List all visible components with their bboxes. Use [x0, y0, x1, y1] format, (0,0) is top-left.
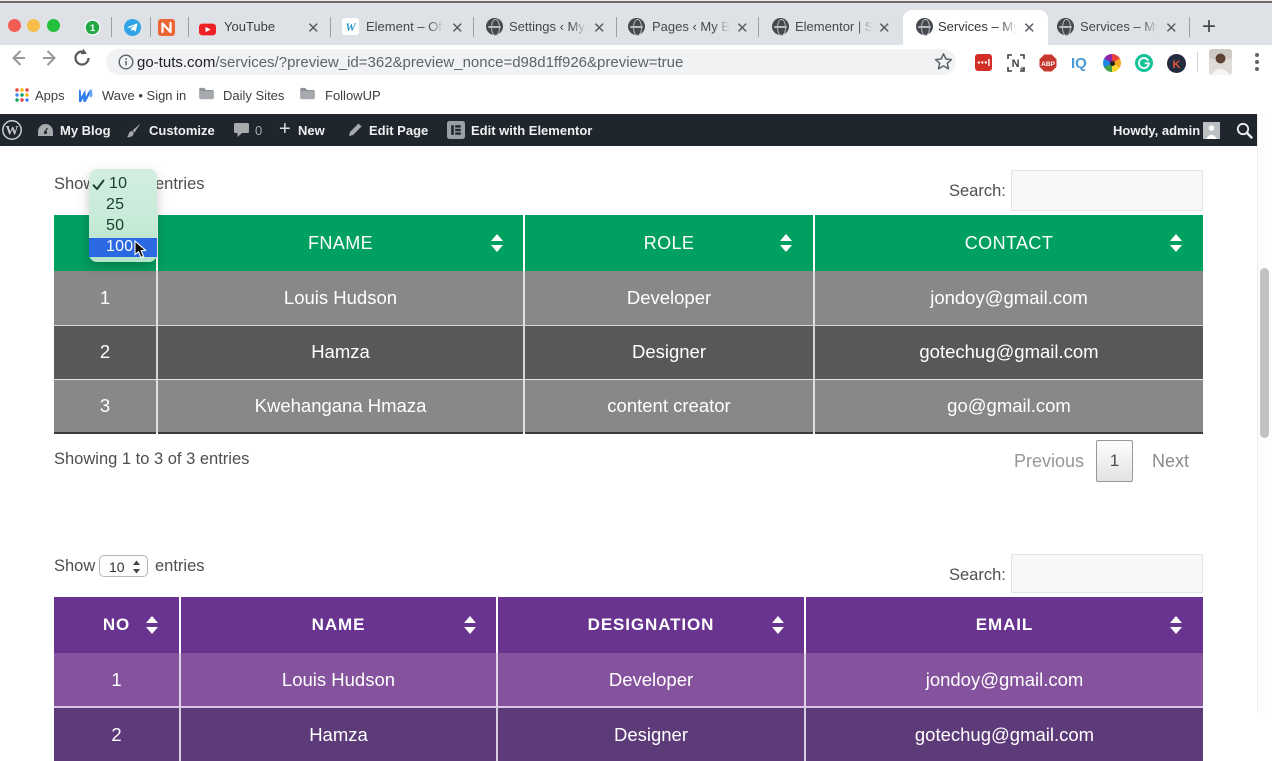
svg-text:ABP: ABP	[1041, 61, 1055, 68]
svg-text:W: W	[345, 22, 356, 34]
svg-text:N: N	[1012, 58, 1020, 70]
svg-text:W: W	[6, 123, 19, 138]
svg-text:K: K	[1173, 59, 1181, 71]
svg-text:IQ: IQ	[1071, 55, 1087, 72]
svg-text:+: +	[1020, 65, 1025, 73]
svg-text:1: 1	[90, 23, 96, 34]
